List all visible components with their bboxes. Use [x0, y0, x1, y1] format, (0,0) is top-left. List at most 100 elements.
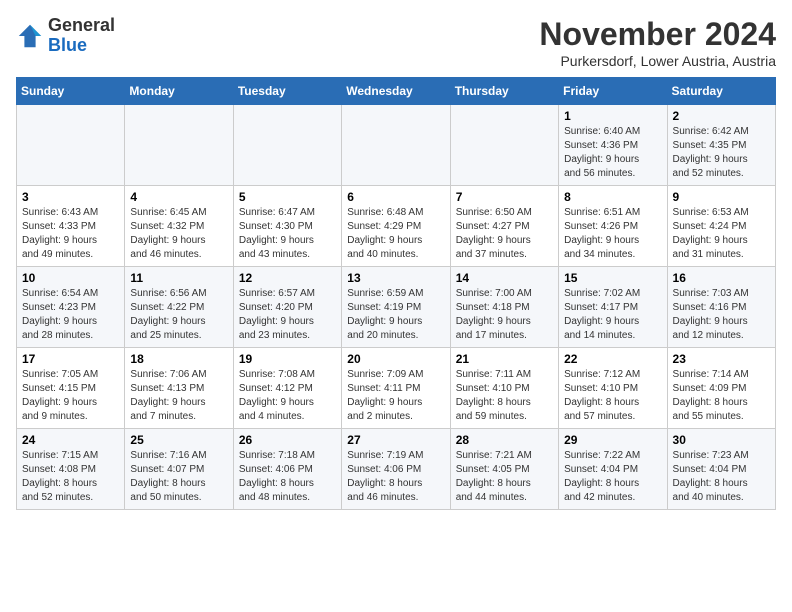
day-number: 4	[130, 190, 227, 204]
weekday-header: Friday	[559, 78, 667, 105]
calendar-cell: 21 Sunrise: 7:11 AM Sunset: 4:10 PM Dayli…	[450, 348, 558, 429]
calendar-cell	[125, 105, 233, 186]
calendar-cell: 28 Sunrise: 7:21 AM Sunset: 4:05 PM Dayli…	[450, 429, 558, 510]
calendar-cell: 5 Sunrise: 6:47 AM Sunset: 4:30 PM Daylig…	[233, 186, 341, 267]
day-number: 10	[22, 271, 119, 285]
logo-general-text: General	[48, 15, 115, 35]
day-info: Sunrise: 6:47 AM Sunset: 4:30 PM Dayligh…	[239, 206, 336, 262]
calendar-cell: 4 Sunrise: 6:45 AM Sunset: 4:32 PM Daylig…	[125, 186, 233, 267]
calendar-week-row: 1 Sunrise: 6:40 AM Sunset: 4:36 PM Daylig…	[17, 105, 776, 186]
day-info: Sunrise: 7:03 AM Sunset: 4:16 PM Dayligh…	[673, 287, 770, 343]
day-number: 24	[22, 433, 119, 447]
day-number: 18	[130, 352, 227, 366]
day-info: Sunrise: 7:00 AM Sunset: 4:18 PM Dayligh…	[456, 287, 553, 343]
day-number: 17	[22, 352, 119, 366]
location-subtitle: Purkersdorf, Lower Austria, Austria	[539, 53, 776, 69]
calendar-cell: 24 Sunrise: 7:15 AM Sunset: 4:08 PM Dayli…	[17, 429, 125, 510]
calendar-cell: 18 Sunrise: 7:06 AM Sunset: 4:13 PM Dayli…	[125, 348, 233, 429]
calendar-cell: 12 Sunrise: 6:57 AM Sunset: 4:20 PM Dayli…	[233, 267, 341, 348]
day-number: 11	[130, 271, 227, 285]
calendar-cell: 27 Sunrise: 7:19 AM Sunset: 4:06 PM Dayli…	[342, 429, 450, 510]
calendar-cell	[233, 105, 341, 186]
day-info: Sunrise: 7:21 AM Sunset: 4:05 PM Dayligh…	[456, 449, 553, 505]
day-info: Sunrise: 6:56 AM Sunset: 4:22 PM Dayligh…	[130, 287, 227, 343]
day-info: Sunrise: 6:50 AM Sunset: 4:27 PM Dayligh…	[456, 206, 553, 262]
day-number: 27	[347, 433, 444, 447]
logo-blue-text: Blue	[48, 35, 87, 55]
calendar-cell: 9Sunrise: 6:53 AM Sunset: 4:24 PM Daylig…	[667, 186, 775, 267]
calendar-cell: 16Sunrise: 7:03 AM Sunset: 4:16 PM Dayli…	[667, 267, 775, 348]
day-info: Sunrise: 6:43 AM Sunset: 4:33 PM Dayligh…	[22, 206, 119, 262]
day-number: 5	[239, 190, 336, 204]
calendar-cell: 30Sunrise: 7:23 AM Sunset: 4:04 PM Dayli…	[667, 429, 775, 510]
weekday-header: Wednesday	[342, 78, 450, 105]
day-info: Sunrise: 7:18 AM Sunset: 4:06 PM Dayligh…	[239, 449, 336, 505]
day-info: Sunrise: 6:40 AM Sunset: 4:36 PM Dayligh…	[564, 125, 661, 181]
day-number: 13	[347, 271, 444, 285]
calendar-cell	[342, 105, 450, 186]
day-number: 1	[564, 109, 661, 123]
day-info: Sunrise: 7:15 AM Sunset: 4:08 PM Dayligh…	[22, 449, 119, 505]
page-header: General Blue November 2024 Purkersdorf, …	[16, 16, 776, 69]
day-info: Sunrise: 6:57 AM Sunset: 4:20 PM Dayligh…	[239, 287, 336, 343]
day-number: 14	[456, 271, 553, 285]
day-number: 23	[673, 352, 770, 366]
calendar-cell: 26 Sunrise: 7:18 AM Sunset: 4:06 PM Dayli…	[233, 429, 341, 510]
calendar-cell: 2 Sunrise: 6:42 AM Sunset: 4:35 PM Daylig…	[667, 105, 775, 186]
day-info: Sunrise: 7:09 AM Sunset: 4:11 PM Dayligh…	[347, 368, 444, 424]
day-number: 22	[564, 352, 661, 366]
calendar-cell: 3 Sunrise: 6:43 AM Sunset: 4:33 PM Daylig…	[17, 186, 125, 267]
day-info: Sunrise: 6:45 AM Sunset: 4:32 PM Dayligh…	[130, 206, 227, 262]
month-title: November 2024	[539, 16, 776, 53]
calendar-cell: 17 Sunrise: 7:05 AM Sunset: 4:15 PM Dayli…	[17, 348, 125, 429]
day-info: Sunrise: 7:19 AM Sunset: 4:06 PM Dayligh…	[347, 449, 444, 505]
day-number: 26	[239, 433, 336, 447]
logo-icon	[16, 22, 44, 50]
day-info: Sunrise: 7:08 AM Sunset: 4:12 PM Dayligh…	[239, 368, 336, 424]
day-info: Sunrise: 7:11 AM Sunset: 4:10 PM Dayligh…	[456, 368, 553, 424]
day-number: 20	[347, 352, 444, 366]
calendar-cell: 20 Sunrise: 7:09 AM Sunset: 4:11 PM Dayli…	[342, 348, 450, 429]
calendar-cell: 14 Sunrise: 7:00 AM Sunset: 4:18 PM Dayli…	[450, 267, 558, 348]
day-number: 25	[130, 433, 227, 447]
calendar-week-row: 3 Sunrise: 6:43 AM Sunset: 4:33 PM Daylig…	[17, 186, 776, 267]
day-info: Sunrise: 6:48 AM Sunset: 4:29 PM Dayligh…	[347, 206, 444, 262]
calendar-cell: 22 Sunrise: 7:12 AM Sunset: 4:10 PM Dayli…	[559, 348, 667, 429]
weekday-header: Saturday	[667, 78, 775, 105]
day-number: 9	[673, 190, 770, 204]
calendar-week-row: 10 Sunrise: 6:54 AM Sunset: 4:23 PM Dayli…	[17, 267, 776, 348]
day-number: 19	[239, 352, 336, 366]
calendar-cell: 19 Sunrise: 7:08 AM Sunset: 4:12 PM Dayli…	[233, 348, 341, 429]
day-number: 7	[456, 190, 553, 204]
day-info: Sunrise: 7:14 AM Sunset: 4:09 PM Dayligh…	[673, 368, 770, 424]
day-info: Sunrise: 7:05 AM Sunset: 4:15 PM Dayligh…	[22, 368, 119, 424]
calendar-cell: 7 Sunrise: 6:50 AM Sunset: 4:27 PM Daylig…	[450, 186, 558, 267]
day-number: 15	[564, 271, 661, 285]
day-info: Sunrise: 7:22 AM Sunset: 4:04 PM Dayligh…	[564, 449, 661, 505]
weekday-header: Sunday	[17, 78, 125, 105]
calendar-cell: 25 Sunrise: 7:16 AM Sunset: 4:07 PM Dayli…	[125, 429, 233, 510]
day-info: Sunrise: 6:54 AM Sunset: 4:23 PM Dayligh…	[22, 287, 119, 343]
day-info: Sunrise: 7:02 AM Sunset: 4:17 PM Dayligh…	[564, 287, 661, 343]
logo: General Blue	[16, 16, 115, 56]
title-block: November 2024 Purkersdorf, Lower Austria…	[539, 16, 776, 69]
calendar-cell: 1 Sunrise: 6:40 AM Sunset: 4:36 PM Daylig…	[559, 105, 667, 186]
day-number: 2	[673, 109, 770, 123]
calendar-cell: 29Sunrise: 7:22 AM Sunset: 4:04 PM Dayli…	[559, 429, 667, 510]
weekday-header: Tuesday	[233, 78, 341, 105]
day-number: 28	[456, 433, 553, 447]
day-number: 21	[456, 352, 553, 366]
calendar-cell	[450, 105, 558, 186]
calendar-cell: 8Sunrise: 6:51 AM Sunset: 4:26 PM Daylig…	[559, 186, 667, 267]
day-info: Sunrise: 7:06 AM Sunset: 4:13 PM Dayligh…	[130, 368, 227, 424]
day-info: Sunrise: 6:59 AM Sunset: 4:19 PM Dayligh…	[347, 287, 444, 343]
weekday-header: Monday	[125, 78, 233, 105]
day-number: 3	[22, 190, 119, 204]
day-number: 30	[673, 433, 770, 447]
calendar-cell: 6 Sunrise: 6:48 AM Sunset: 4:29 PM Daylig…	[342, 186, 450, 267]
day-number: 12	[239, 271, 336, 285]
day-info: Sunrise: 6:42 AM Sunset: 4:35 PM Dayligh…	[673, 125, 770, 181]
day-info: Sunrise: 7:12 AM Sunset: 4:10 PM Dayligh…	[564, 368, 661, 424]
day-info: Sunrise: 7:16 AM Sunset: 4:07 PM Dayligh…	[130, 449, 227, 505]
day-number: 6	[347, 190, 444, 204]
